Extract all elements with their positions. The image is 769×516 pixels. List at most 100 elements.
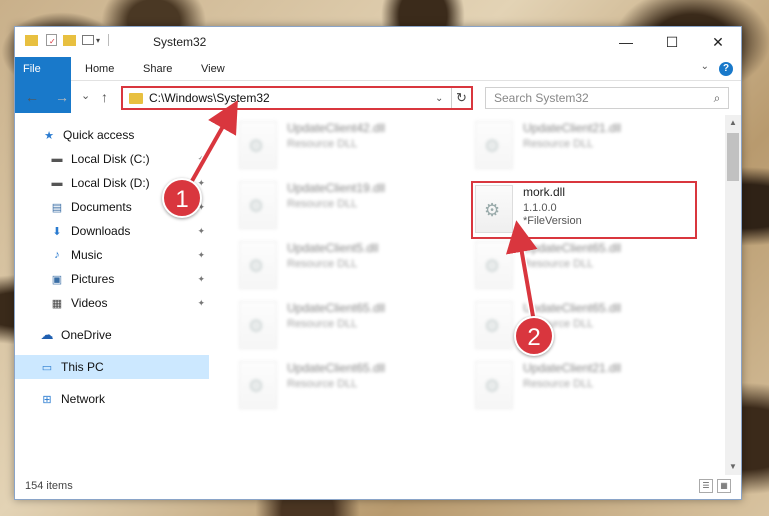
sidebar-item-label: Local Disk (C:) (71, 152, 150, 166)
tab-share[interactable]: Share (135, 57, 180, 81)
file-item[interactable]: ⚙ UpdateClient42.dll Resource DLL (239, 121, 459, 177)
back-button[interactable]: ← (25, 89, 39, 105)
status-bar: 154 items ☰ ▦ (15, 475, 741, 499)
file-name: UpdateClient42.dll (287, 121, 386, 135)
file-item[interactable]: ⚙ UpdateClient65.dll Resource DLL (475, 241, 695, 297)
search-box[interactable]: Search System32 ⌕ (485, 87, 729, 109)
dll-file-icon: ⚙ (475, 241, 513, 289)
window-title: System32 (153, 35, 207, 49)
file-name: UpdateClient65.dll (287, 301, 386, 315)
file-meta: Resource DLL (287, 318, 358, 330)
sidebar-item-label: Documents (71, 200, 132, 214)
sidebar-item-label: Local Disk (D:) (71, 176, 150, 190)
file-meta: Resource DLL (287, 198, 358, 210)
pin-icon: ✦ (197, 225, 205, 236)
pin-icon: ✦ (197, 297, 205, 308)
file-meta: Resource DLL (523, 378, 594, 390)
file-name: UpdateClient65.dll (287, 361, 386, 375)
sidebar-item-network[interactable]: ⊞ Network (15, 387, 209, 411)
dll-file-icon: ⚙ (239, 301, 277, 349)
file-name: UpdateClient65.dll (523, 241, 622, 255)
quick-access-toolbar: ✓ ▾ (25, 34, 110, 46)
music-icon: ♪ (54, 249, 60, 261)
sidebar-item-label: Quick access (63, 128, 135, 142)
file-item[interactable]: ⚙ UpdateClient65.dll Resource DLL (239, 361, 459, 417)
address-path[interactable]: C:\Windows\System32 (149, 91, 435, 105)
sidebar-item-quick-access[interactable]: ★ Quick access (15, 123, 209, 147)
file-meta: Resource DLL (287, 138, 358, 150)
file-item[interactable]: ⚙ UpdateClient65.dll Resource DLL (475, 301, 695, 357)
file-item[interactable]: ⚙ UpdateClient65.dll Resource DLL (239, 301, 459, 357)
file-name: UpdateClient5.dll (287, 241, 379, 255)
file-name: UpdateClient65.dll (523, 301, 622, 315)
file-name: UpdateClient19.dll (287, 181, 386, 195)
file-meta: *FileVersion (523, 215, 582, 227)
help-icon[interactable]: ? (719, 62, 733, 76)
sidebar-item-music[interactable]: ♪ Music ✦ (15, 243, 209, 267)
sidebar-item-local-disk-c[interactable]: ▬ Local Disk (C:) ✦ (15, 147, 209, 171)
file-item[interactable]: ⚙ UpdateClient21.dll Resource DLL (475, 121, 695, 177)
maximize-button[interactable]: ☐ (649, 27, 695, 57)
step-2-badge: 2 (514, 316, 554, 356)
file-item-mork-dll[interactable]: ⚙ mork.dll 1.1.0.0 *FileVersion (475, 185, 695, 241)
file-name: UpdateClient21.dll (523, 121, 622, 135)
download-icon: ⬇ (52, 225, 62, 238)
tab-home[interactable]: Home (77, 57, 122, 81)
properties-icon[interactable]: ✓ (46, 34, 57, 46)
dll-file-icon: ⚙ (239, 121, 277, 169)
network-icon: ⊞ (42, 393, 52, 406)
computer-icon: ▭ (41, 361, 53, 374)
forward-button[interactable]: → (55, 89, 69, 105)
file-meta: Resource DLL (523, 258, 594, 270)
minimize-button[interactable]: — (603, 27, 649, 57)
scroll-up-icon[interactable]: ▲ (725, 115, 741, 131)
pin-icon: ✦ (197, 273, 205, 284)
dll-file-icon: ⚙ (475, 185, 513, 233)
sidebar-item-onedrive[interactable]: ☁ OneDrive (15, 323, 209, 347)
scroll-down-icon[interactable]: ▼ (725, 459, 741, 475)
details-view-icon[interactable]: ☰ (699, 479, 713, 493)
tiles-view-icon[interactable]: ▦ (717, 479, 731, 493)
file-name: mork.dll (523, 185, 566, 199)
file-item[interactable]: ⚙ UpdateClient5.dll Resource DLL (239, 241, 459, 297)
sidebar-item-label: Videos (71, 296, 108, 310)
file-meta: Resource DLL (287, 258, 358, 270)
refresh-button[interactable]: ↻ (451, 88, 471, 108)
chevron-down-icon[interactable]: ⌄ (435, 93, 451, 104)
search-input[interactable]: Search System32 (494, 91, 706, 105)
dll-file-icon: ⚙ (239, 241, 277, 289)
vertical-scrollbar[interactable]: ▲ ▼ (725, 115, 741, 475)
title-bar: ✓ ▾ System32 — ☐ ✕ (15, 27, 741, 57)
search-icon[interactable]: ⌕ (706, 91, 728, 106)
sidebar-item-this-pc[interactable]: ▭ This PC (15, 355, 209, 379)
file-version: 1.1.0.0 (523, 202, 557, 214)
scrollbar-thumb[interactable] (727, 133, 739, 181)
close-button[interactable]: ✕ (695, 27, 741, 57)
star-icon: ★ (44, 129, 54, 142)
dll-file-icon: ⚙ (475, 121, 513, 169)
expand-ribbon-icon[interactable]: ⌄ (701, 61, 709, 72)
ribbon: File Home Share View ⌄ ? (15, 57, 741, 113)
sidebar-item-label: This PC (61, 360, 104, 374)
up-button[interactable]: ↑ (101, 89, 108, 105)
file-meta: Resource DLL (523, 138, 594, 150)
new-folder-icon[interactable] (63, 34, 76, 46)
recent-locations-button[interactable]: ⌄ (81, 89, 90, 102)
sidebar-item-label: Downloads (71, 224, 131, 238)
tab-view[interactable]: View (193, 57, 233, 81)
sidebar-item-videos[interactable]: ▦ Videos ✦ (15, 291, 209, 315)
folder-icon[interactable] (25, 34, 38, 46)
sidebar-item-label: Network (61, 392, 106, 406)
sidebar-item-label: Pictures (71, 272, 115, 286)
sidebar-item-downloads[interactable]: ⬇ Downloads ✦ (15, 219, 209, 243)
separator-icon (108, 34, 110, 46)
dll-file-icon: ⚙ (475, 301, 513, 349)
address-bar[interactable]: C:\Windows\System32 ⌄ ↻ (121, 86, 473, 110)
file-meta: Resource DLL (287, 378, 358, 390)
customize-qat-icon[interactable]: ▾ (96, 36, 100, 45)
file-item[interactable]: ⚙ UpdateClient21.dll Resource DLL (475, 361, 695, 417)
view-icon[interactable] (82, 35, 94, 45)
sidebar-item-pictures[interactable]: ▣ Pictures ✦ (15, 267, 209, 291)
folder-icon (129, 92, 143, 104)
file-item[interactable]: ⚙ UpdateClient19.dll Resource DLL (239, 181, 459, 237)
